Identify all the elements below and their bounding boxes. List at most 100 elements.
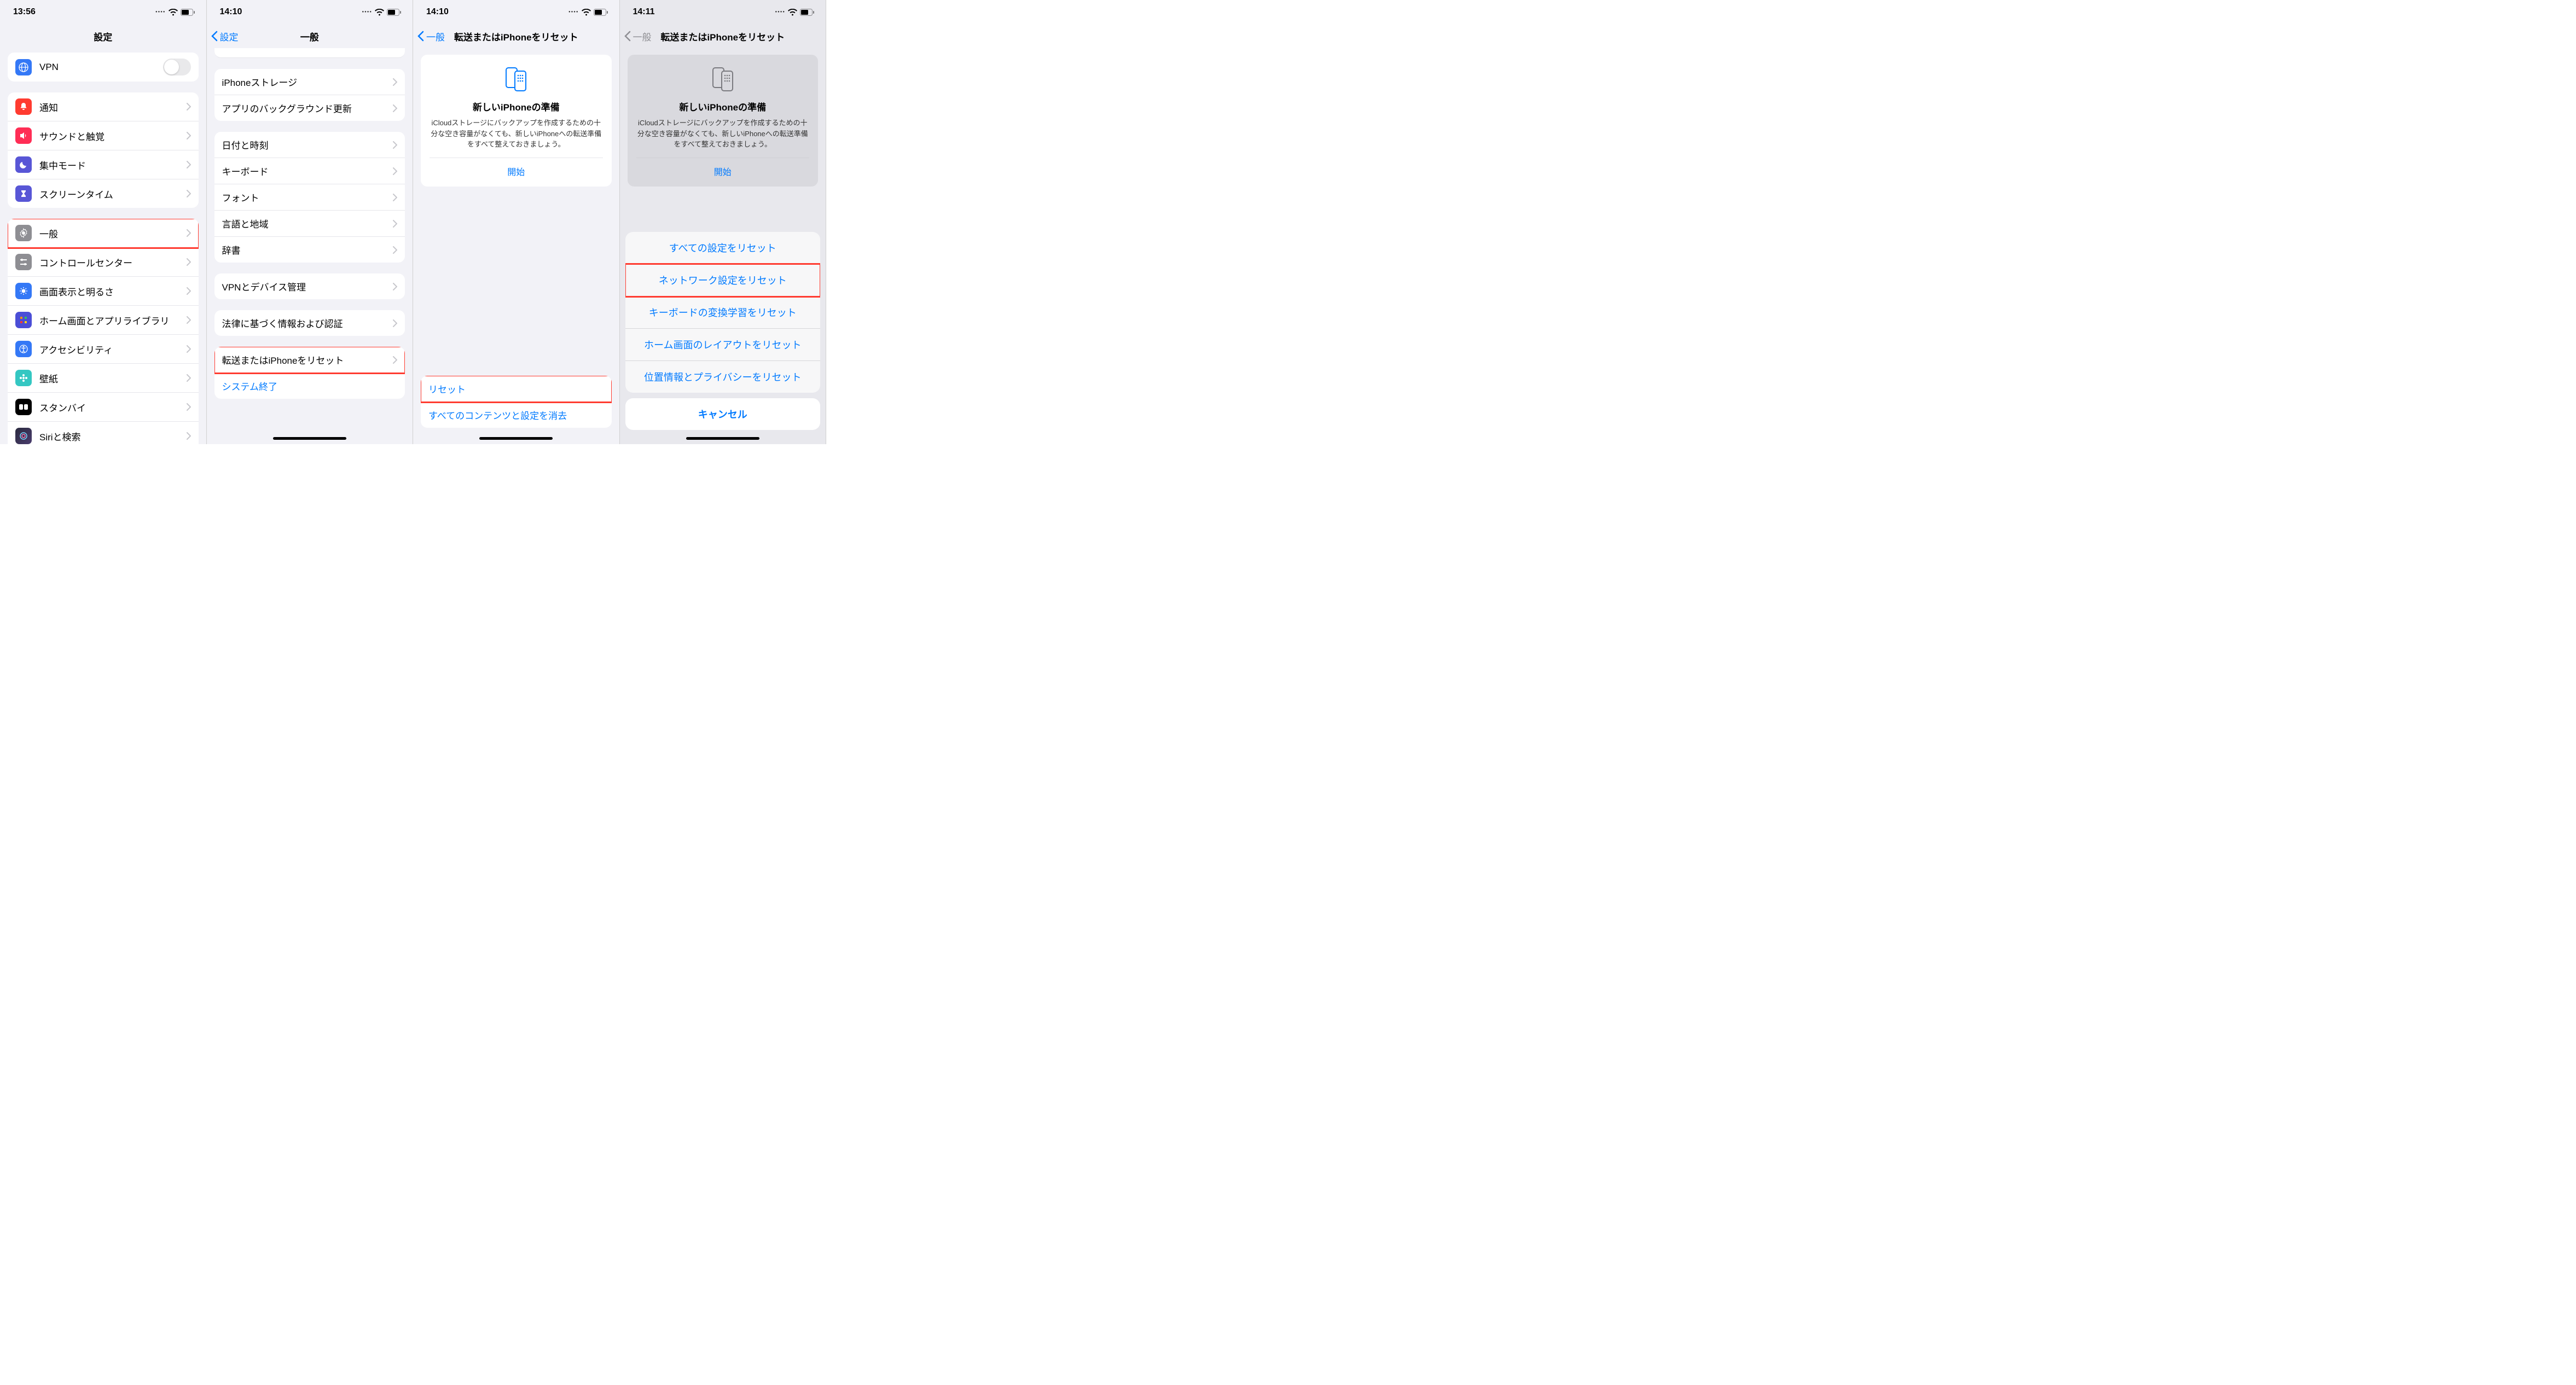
row-keyboard[interactable]: キーボード xyxy=(214,158,405,184)
bell-icon xyxy=(15,98,32,115)
row-label: コントロールセンター xyxy=(39,255,187,269)
screen-settings: 13:56 ●●●● 設定 VPN 通知 xyxy=(0,0,207,444)
row-reset[interactable]: リセット xyxy=(421,376,612,402)
card-body: iCloudストレージにバックアップを作成するための十分な空き容量がなくても、新… xyxy=(430,118,603,150)
row-language[interactable]: 言語と地域 xyxy=(214,211,405,237)
row-label: 壁紙 xyxy=(39,371,187,385)
row-erase-all[interactable]: すべてのコンテンツと設定を消去 xyxy=(421,402,612,428)
sheet-cancel[interactable]: キャンセル xyxy=(625,398,821,430)
row-label: アクセシビリティ xyxy=(39,342,187,356)
row-sounds[interactable]: サウンドと触覚 xyxy=(8,121,199,150)
chevron-right-icon xyxy=(393,194,397,201)
back-label: 一般 xyxy=(633,30,652,43)
battery-icon xyxy=(594,9,608,16)
row-label: VPNとデバイス管理 xyxy=(222,280,393,293)
row-general[interactable]: 一般 xyxy=(8,219,199,248)
screen-reset-sheet: 14:11 ●●●● 一般 転送またはiPhoneをリセット 新しいiPhone… xyxy=(620,0,827,444)
sheet-reset-keyboard[interactable]: キーボードの変換学習をリセット xyxy=(625,296,821,329)
row-homescreen[interactable]: ホーム画面とアプリライブラリ xyxy=(8,306,199,335)
card-action-start[interactable]: 開始 xyxy=(430,158,603,182)
status-bar: 14:10 ●●●● xyxy=(207,0,413,24)
nav-bar: 設定 xyxy=(0,24,206,48)
group-vpn: VPN xyxy=(8,53,199,82)
hourglass-icon xyxy=(15,185,32,202)
row-screentime[interactable]: スクリーンタイム xyxy=(8,179,199,208)
row-control-center[interactable]: コントロールセンター xyxy=(8,248,199,277)
settings-scroll[interactable]: VPN 通知 サウンドと触覚 集中モード スクリーンタイム xyxy=(0,48,206,444)
row-vpn[interactable]: VPN xyxy=(8,53,199,82)
row-transfer-reset[interactable]: 転送またはiPhoneをリセット xyxy=(214,347,405,373)
cellular-icon: ●●●● xyxy=(568,10,579,14)
row-notifications[interactable]: 通知 xyxy=(8,92,199,121)
home-indicator[interactable] xyxy=(273,437,346,440)
chevron-right-icon xyxy=(187,103,191,110)
vpn-toggle[interactable] xyxy=(163,59,191,75)
chevron-right-icon xyxy=(187,374,191,382)
nav-title: 転送またはiPhoneをリセット xyxy=(660,30,785,43)
action-sheet: すべての設定をリセット ネットワーク設定をリセット キーボードの変換学習をリセッ… xyxy=(620,232,826,444)
row-wallpaper[interactable]: 壁紙 xyxy=(8,364,199,393)
row-siri[interactable]: Siriと検索 xyxy=(8,422,199,444)
nav-bar: 一般 転送またはiPhoneをリセット xyxy=(413,24,619,48)
row-label: 言語と地域 xyxy=(222,217,393,230)
group-vpn-device: VPNとデバイス管理 xyxy=(214,273,405,299)
row-label: 辞書 xyxy=(222,243,393,257)
sheet-options: すべての設定をリセット ネットワーク設定をリセット キーボードの変換学習をリセッ… xyxy=(625,232,821,393)
row-accessibility[interactable]: アクセシビリティ xyxy=(8,335,199,364)
home-indicator[interactable] xyxy=(686,437,759,440)
group-reset-actions: リセット すべてのコンテンツと設定を消去 xyxy=(421,376,612,428)
row-label: VPN xyxy=(39,62,163,73)
back-button[interactable]: 設定 xyxy=(211,30,239,43)
battery-icon xyxy=(800,9,815,16)
sheet-reset-home-layout[interactable]: ホーム画面のレイアウトをリセット xyxy=(625,329,821,361)
row-label: すべてのコンテンツと設定を消去 xyxy=(428,408,604,422)
status-icons: ●●●● xyxy=(155,9,195,16)
row-dictionary[interactable]: 辞書 xyxy=(214,237,405,263)
row-datetime[interactable]: 日付と時刻 xyxy=(214,132,405,158)
row-display[interactable]: 画面表示と明るさ xyxy=(8,277,199,306)
sheet-reset-location-privacy[interactable]: 位置情報とプライバシーをリセット xyxy=(625,361,821,393)
group-notifications: 通知 サウンドと触覚 集中モード スクリーンタイム xyxy=(8,92,199,208)
chevron-right-icon xyxy=(393,283,397,290)
row-font[interactable]: フォント xyxy=(214,184,405,211)
status-time: 13:56 xyxy=(13,7,36,17)
grid-icon xyxy=(15,312,32,328)
row-legal[interactable]: 法律に基づく情報および認証 xyxy=(214,310,405,336)
row-label: 転送またはiPhoneをリセット xyxy=(222,353,393,366)
chevron-right-icon xyxy=(393,246,397,254)
gear-icon xyxy=(15,225,32,241)
status-bar: 13:56 ●●●● xyxy=(0,0,206,24)
back-label: 設定 xyxy=(220,30,239,43)
partial-row xyxy=(214,48,405,58)
nav-bar: 設定 一般 xyxy=(207,24,413,48)
back-label: 一般 xyxy=(426,30,445,43)
chevron-right-icon xyxy=(187,190,191,197)
wifi-icon xyxy=(375,9,384,16)
sheet-reset-all-settings[interactable]: すべての設定をリセット xyxy=(625,232,821,264)
row-vpn-device[interactable]: VPNとデバイス管理 xyxy=(214,273,405,299)
home-indicator[interactable] xyxy=(479,437,553,440)
screen-transfer-reset: 14:10 ●●●● 一般 転送またはiPhoneをリセット 新しいiPhone… xyxy=(413,0,620,444)
status-icons: ●●●● xyxy=(568,9,608,16)
row-standby[interactable]: スタンバイ xyxy=(8,393,199,422)
status-bar: 14:11 ●●●● xyxy=(620,0,826,24)
row-storage[interactable]: iPhoneストレージ xyxy=(214,69,405,95)
sliders-icon xyxy=(15,254,32,270)
battery-icon xyxy=(181,9,195,16)
general-scroll[interactable]: iPhoneストレージ アプリのバックグラウンド更新 日付と時刻 キーボード フ… xyxy=(207,48,413,444)
row-background-refresh[interactable]: アプリのバックグラウンド更新 xyxy=(214,95,405,121)
sheet-reset-network[interactable]: ネットワーク設定をリセット xyxy=(625,264,821,296)
row-focus[interactable]: 集中モード xyxy=(8,150,199,179)
back-button[interactable]: 一般 xyxy=(417,30,445,43)
phones-icon xyxy=(707,66,738,92)
row-shutdown[interactable]: システム終了 xyxy=(214,373,405,399)
chevron-right-icon xyxy=(393,356,397,364)
row-label: 集中モード xyxy=(39,158,187,172)
row-label: サウンドと触覚 xyxy=(39,129,187,143)
group-legal: 法律に基づく情報および認証 xyxy=(214,310,405,336)
card-title: 新しいiPhoneの準備 xyxy=(636,100,810,113)
chevron-left-icon xyxy=(624,31,631,42)
standby-icon xyxy=(15,399,32,415)
status-icons: ●●●● xyxy=(775,9,815,16)
battery-icon xyxy=(387,9,402,16)
